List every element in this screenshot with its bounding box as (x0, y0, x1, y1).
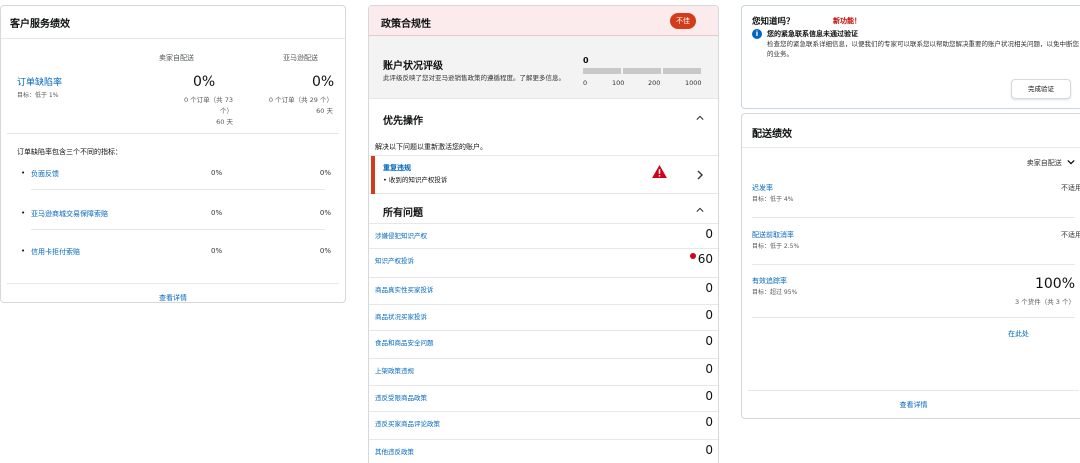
policy-title: 政策合规性 (381, 19, 431, 30)
view-details-link[interactable]: 查看详情 (1, 293, 345, 303)
odr-fbm-value: 0% (193, 74, 216, 90)
odr-note: 订单缺陷率包含三个不同的指标： (17, 148, 122, 156)
odr-fba-orders: 0 个订单（共 29 个） 60 天 (268, 96, 333, 115)
issue-row[interactable]: 违反买家商品评论政策 0 (369, 411, 718, 436)
priority-actions-title: 优先操作 (383, 116, 423, 127)
issue-row[interactable]: 知识产权投诉 60 (369, 248, 718, 273)
column-header-fbm: 卖家自配送 (159, 54, 194, 62)
tick-label: 100 (612, 79, 625, 87)
column-header-fba: 亚马逊配送 (283, 54, 318, 62)
emergency-contact-body: 检查您的紧急联系详细信息，以便我们的专家可以联系您以帮助您解决重要的账户状况相关… (767, 40, 1079, 58)
valid-tracking-link[interactable]: 有效追踪率 (752, 276, 787, 286)
alert-subtitle: • 收到的知识产权投诉 (383, 176, 448, 184)
divider (7, 133, 339, 134)
divider (369, 98, 718, 99)
priority-note: 解决以下问题以重新激活您的账户。 (375, 143, 487, 151)
valid-tracking-shipments: 3 个货件（共 3 个） (1015, 298, 1075, 306)
alert-bar (371, 156, 375, 194)
metric-row: • 亚马逊商城交易保障索赔 0% 0% (21, 209, 335, 247)
metric-negative-feedback-link[interactable]: 负面反馈 (31, 169, 59, 179)
cancel-rate-link[interactable]: 配送前取消率 (752, 230, 794, 240)
tick-label: 200 (648, 79, 661, 87)
odr-link[interactable]: 订单缺陷率 (17, 75, 62, 88)
issue-row[interactable]: 商品真实性买家投诉 0 (369, 277, 718, 302)
fulfillment-dropdown[interactable]: 卖家自配送 (1027, 158, 1075, 168)
account-health-bar (583, 68, 701, 74)
emergency-contact-heading: 您的紧急联系信息未通过验证 (767, 30, 858, 38)
all-issues-title: 所有问题 (383, 208, 423, 219)
customer-service-card: 客户服务绩效 卖家自配送 亚马逊配送 订单缺陷率 目标：低于 1% 0% 0 个… (0, 5, 346, 303)
alert-title[interactable]: 重复违规 (383, 163, 411, 173)
policy-compliance-card: 政策合规性 不佳 账户状况评级 此评级反映了您对亚马逊销售政策的遵循程度。了解更… (368, 5, 719, 463)
issue-row[interactable]: 食品和商品安全问题 0 (369, 330, 718, 355)
odr-fbm-orders: 0 个订单（共 73 个） 60 天 (183, 96, 233, 126)
here-link[interactable]: 在此处 (1008, 329, 1029, 339)
info-icon: i (752, 29, 762, 39)
issue-row[interactable]: 上架政策违规 0 (369, 358, 718, 383)
divider (748, 390, 1079, 391)
shipping-performance-card: 配送绩效 卖家自配送 迟发率 目标：低于 4% 不适用 配送前取消率 目标：低于… (741, 113, 1080, 419)
view-details-link[interactable]: 查看详情 (742, 400, 1080, 410)
did-you-know-card: 您知道吗？ 新功能！ i 您的紧急联系信息未通过验证 检查您的紧急联系详细信息，… (741, 5, 1080, 109)
chevron-down-icon (1067, 159, 1075, 165)
account-health-description[interactable]: 此评级反映了您对亚马逊销售政策的遵循程度。了解更多信息。 (383, 74, 573, 83)
divider (7, 283, 339, 284)
complete-verification-button[interactable]: 完成验证 (1011, 79, 1071, 99)
issue-row[interactable]: 违反受限商品政策 0 (369, 385, 718, 410)
new-feature-label: 新功能！ (833, 17, 861, 25)
odr-fba-value: 0% (312, 74, 335, 90)
did-you-know-title: 您知道吗？ (752, 17, 795, 27)
repeat-violation-row[interactable]: 重复违规 • 收到的知识产权投诉 (369, 155, 718, 194)
tick-label: 0 (583, 79, 588, 87)
alert-dot-icon (690, 253, 696, 259)
valid-tracking-value: 100% (1034, 276, 1075, 292)
warning-icon (652, 165, 667, 178)
metric-row: • 信用卡拒付索赔 0% 0% (21, 247, 331, 257)
chevron-up-icon[interactable] (696, 206, 704, 214)
account-health-score: 0 (583, 56, 589, 65)
chevron-right-icon[interactable] (696, 170, 704, 180)
issue-row[interactable]: 涉嫌侵犯知识产权 0 (369, 223, 718, 248)
divider (742, 147, 1080, 148)
shipping-title: 配送绩效 (752, 129, 792, 140)
divider (1, 38, 345, 39)
metric-chargeback-link[interactable]: 信用卡拒付索赔 (31, 247, 80, 257)
chevron-up-icon[interactable] (696, 114, 704, 122)
issue-row[interactable]: 其他违反政策 0 (369, 439, 718, 463)
status-badge: 不佳 (670, 13, 696, 29)
metric-row: • 负面反馈 0% 0% (21, 169, 335, 207)
issue-row[interactable]: 商品状况买家投诉 0 (369, 304, 718, 329)
metric-a-to-z-link[interactable]: 亚马逊商城交易保障索赔 (31, 209, 108, 219)
customer-service-title: 客户服务绩效 (10, 19, 70, 30)
late-shipment-link[interactable]: 迟发率 (752, 183, 773, 193)
odr-target: 目标：低于 1% (17, 92, 59, 99)
account-health-title: 账户状况评级 (383, 61, 443, 72)
tick-label: 1000 (685, 79, 702, 87)
policy-header: 政策合规性 不佳 (369, 6, 718, 36)
